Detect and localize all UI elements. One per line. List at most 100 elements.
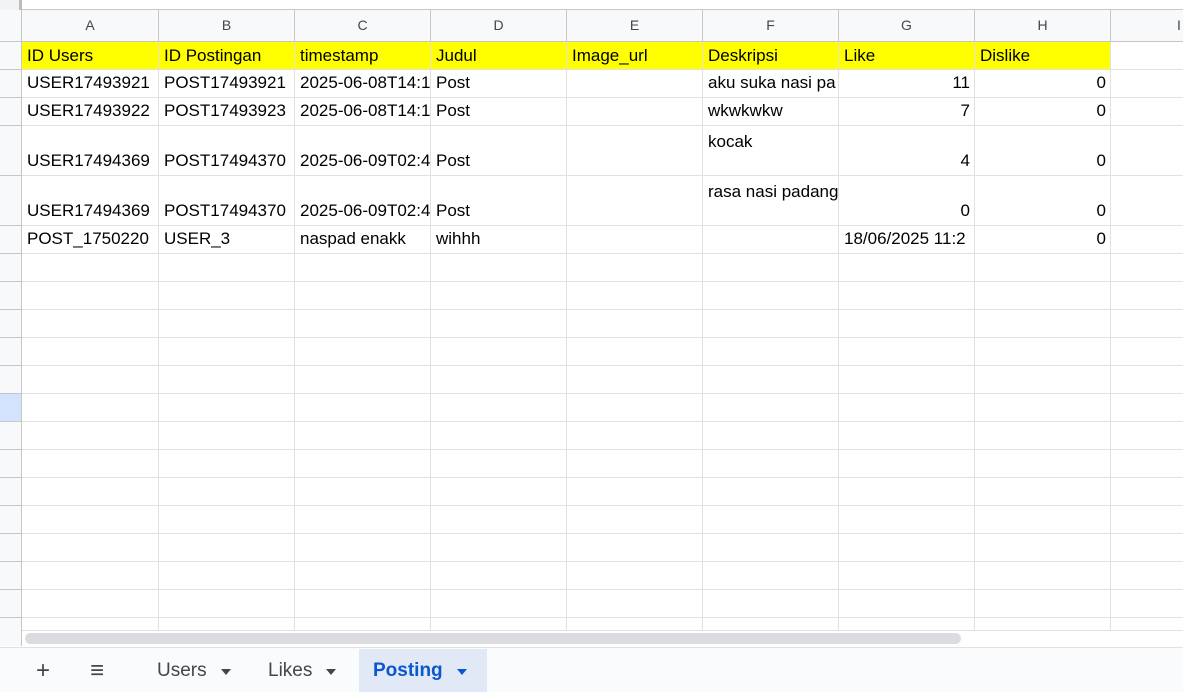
chevron-down-icon[interactable] (220, 669, 231, 675)
tab-posting[interactable]: Posting (359, 649, 487, 692)
chevron-down-icon[interactable] (326, 669, 337, 675)
column-header-c[interactable]: C (295, 10, 431, 41)
cell-users-id[interactable]: USER17493922 (22, 98, 159, 125)
cell-post-id[interactable]: POST17494370 (159, 126, 295, 175)
empty-row (22, 310, 1183, 338)
cell-timestamp[interactable]: naspad enakk (295, 226, 431, 253)
all-sheets-menu-icon[interactable]: ≡ (82, 648, 112, 692)
scrollbar-thumb[interactable] (25, 633, 961, 644)
row-header[interactable] (0, 422, 21, 450)
cell-image-url[interactable] (567, 226, 703, 253)
column-header-i[interactable]: I (1111, 10, 1183, 41)
column-header-f[interactable]: F (703, 10, 839, 41)
cell-image-url[interactable] (567, 98, 703, 125)
empty-row (22, 394, 1183, 422)
row-header[interactable] (0, 226, 21, 254)
table-row: USER17493921 POST17493921 2025-06-08T14:… (22, 70, 1183, 98)
cell-b1[interactable]: ID Postingan (159, 42, 295, 69)
cell-judul[interactable]: Post (431, 126, 567, 175)
cell-timestamp[interactable]: 2025-06-08T14:1 (295, 70, 431, 97)
cell-post-id[interactable]: POST17493921 (159, 70, 295, 97)
cell-c1[interactable]: timestamp (295, 42, 431, 69)
cell-timestamp[interactable]: 2025-06-09T02:4 (295, 126, 431, 175)
cell-e1[interactable]: Image_url (567, 42, 703, 69)
cell-g1[interactable]: Like (839, 42, 975, 69)
cell-deskripsi[interactable]: rasa nasi padang (703, 176, 839, 225)
cell-deskripsi[interactable]: wkwkwkw (703, 98, 839, 125)
row-header[interactable] (0, 42, 21, 70)
cell-like[interactable]: 0 (839, 176, 975, 225)
empty-row (22, 450, 1183, 478)
add-sheet-icon[interactable]: + (28, 648, 58, 692)
tab-users[interactable]: Users (143, 649, 245, 692)
select-all-corner[interactable] (0, 10, 22, 41)
cell-h1[interactable]: Dislike (975, 42, 1111, 69)
column-header-b[interactable]: B (159, 10, 295, 41)
cell-users-id[interactable]: USER17494369 (22, 176, 159, 225)
cell-like[interactable]: 7 (839, 98, 975, 125)
row-header-selected[interactable] (0, 394, 21, 422)
empty-row (22, 366, 1183, 394)
cell-judul[interactable]: wihhh (431, 226, 567, 253)
row-header[interactable] (0, 310, 21, 338)
cell-f1[interactable]: Deskripsi (703, 42, 839, 69)
row-header[interactable] (0, 126, 21, 176)
header-row: ID Users ID Postingan timestamp Judul Im… (22, 42, 1183, 70)
row-header[interactable] (0, 338, 21, 366)
empty-row (22, 562, 1183, 590)
empty-row (22, 422, 1183, 450)
cell-users-id[interactable]: USER17493921 (22, 70, 159, 97)
cell-like[interactable]: 11 (839, 70, 975, 97)
cell-a1[interactable]: ID Users (22, 42, 159, 69)
cell-like[interactable]: 4 (839, 126, 975, 175)
row-header[interactable] (0, 478, 21, 506)
chevron-down-icon[interactable] (456, 669, 467, 675)
cell-dislike[interactable]: 0 (975, 98, 1111, 125)
cell-timestamp[interactable]: 2025-06-09T02:4 (295, 176, 431, 225)
cell-image-url[interactable] (567, 70, 703, 97)
cell-timestamp[interactable]: 2025-06-08T14:1 (295, 98, 431, 125)
row-header[interactable] (0, 98, 21, 126)
cell-deskripsi[interactable]: kocak (703, 126, 839, 175)
row-header[interactable] (0, 450, 21, 478)
cell-post-id[interactable]: POST17494370 (159, 176, 295, 225)
cell-users-id[interactable]: POST_1750220 (22, 226, 159, 253)
row-header[interactable] (0, 562, 21, 590)
row-header[interactable] (0, 534, 21, 562)
empty-row (22, 618, 1183, 630)
column-header-g[interactable]: G (839, 10, 975, 41)
column-header-a[interactable]: A (22, 10, 159, 41)
cell-judul[interactable]: Post (431, 176, 567, 225)
cell-image-url[interactable] (567, 176, 703, 225)
cell-users-id[interactable]: USER17494369 (22, 126, 159, 175)
row-header[interactable] (0, 70, 21, 98)
cell-judul[interactable]: Post (431, 98, 567, 125)
column-header-h[interactable]: H (975, 10, 1111, 41)
horizontal-scrollbar[interactable] (22, 630, 1183, 646)
cell-dislike[interactable]: 0 (975, 70, 1111, 97)
cell-post-id[interactable]: POST17493923 (159, 98, 295, 125)
column-header-d[interactable]: D (431, 10, 567, 41)
row-header[interactable] (0, 506, 21, 534)
column-header-e[interactable]: E (567, 10, 703, 41)
cell-image-url[interactable] (567, 126, 703, 175)
row-header[interactable] (0, 590, 21, 618)
scrollbar-corner (0, 630, 22, 646)
cell-deskripsi[interactable] (703, 226, 839, 253)
cell-deskripsi[interactable]: aku suka nasi pa (703, 70, 839, 97)
cell-like[interactable]: 18/06/2025 11:2 (839, 226, 975, 253)
row-header[interactable] (0, 366, 21, 394)
row-header[interactable] (0, 618, 21, 630)
cell-post-id[interactable]: USER_3 (159, 226, 295, 253)
cell-dislike[interactable]: 0 (975, 226, 1111, 253)
cell-dislike[interactable]: 0 (975, 176, 1111, 225)
tab-likes[interactable]: Likes (254, 649, 350, 692)
empty-row (22, 338, 1183, 366)
table-row: USER17493922 POST17493923 2025-06-08T14:… (22, 98, 1183, 126)
cell-d1[interactable]: Judul (431, 42, 567, 69)
row-header[interactable] (0, 176, 21, 226)
row-header[interactable] (0, 254, 21, 282)
cell-judul[interactable]: Post (431, 70, 567, 97)
cell-dislike[interactable]: 0 (975, 126, 1111, 175)
row-header[interactable] (0, 282, 21, 310)
